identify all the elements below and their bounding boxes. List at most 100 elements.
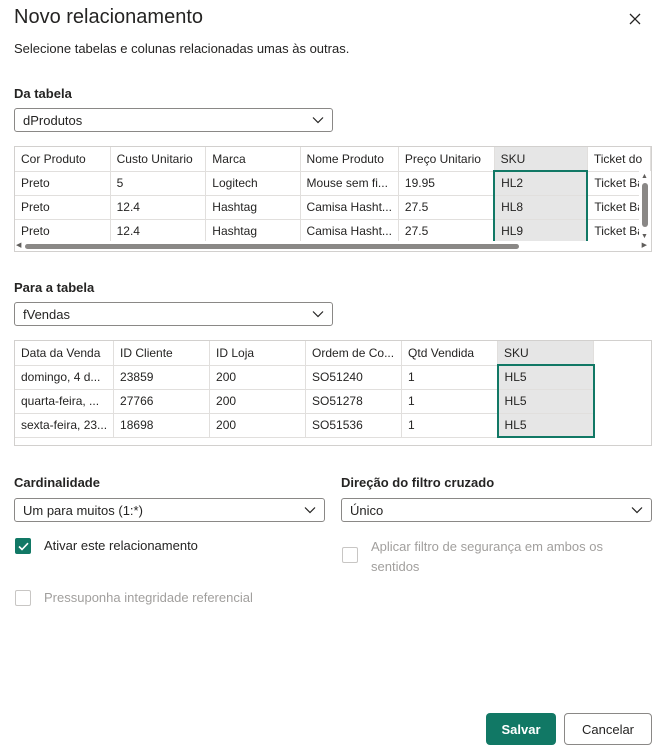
to-table-grid: Data da Venda ID Cliente ID Loja Ordem d…	[15, 341, 595, 438]
column-header[interactable]: Ticket do	[587, 147, 651, 172]
column-header-selected[interactable]: SKU	[494, 147, 588, 172]
table-cell: Camisa Hasht...	[300, 219, 399, 244]
table-cell: domingo, 4 d...	[15, 365, 115, 390]
to-table-value: fVendas	[23, 306, 70, 322]
table-cell: 19.95	[398, 171, 495, 196]
table-cell-selected[interactable]: HL2	[493, 170, 589, 196]
chevron-down-icon	[631, 506, 643, 514]
table-cell-selected[interactable]: HL9	[493, 219, 589, 244]
scroll-left-icon[interactable]: ◀	[16, 242, 21, 250]
cardinality-value: Um para muitos (1:*)	[23, 502, 143, 518]
column-header[interactable]: Ordem de Co...	[305, 341, 403, 366]
horizontal-scrollbar[interactable]: ◀ ▶	[15, 241, 651, 251]
table-cell: 5	[110, 171, 207, 196]
table-row: Preto 12.4 Hashtag Camisa Hasht... 27.5 …	[15, 219, 651, 244]
table-cell: 27.5	[398, 219, 495, 244]
table-row: Preto 5 Logitech Mouse sem fi... 19.95 H…	[15, 170, 651, 196]
cross-filter-label: Direção do filtro cruzado	[341, 475, 495, 490]
table-row: domingo, 4 d... 23859 200 SO51240 1 HL5	[15, 364, 595, 390]
table-cell: SO51240	[305, 365, 403, 390]
close-icon	[629, 13, 641, 25]
column-header-selected[interactable]: SKU	[497, 341, 595, 366]
scroll-up-icon[interactable]: ▲	[641, 173, 648, 181]
to-table-label: Para a tabela	[14, 280, 95, 295]
table-cell: SO51536	[305, 413, 403, 438]
column-header[interactable]: ID Loja	[209, 341, 307, 366]
table-cell: 18698	[113, 413, 211, 438]
referential-integrity-option[interactable]: Pressuponha integridade referencial	[15, 589, 253, 607]
from-table-value: dProdutos	[23, 112, 83, 128]
from-table-preview[interactable]: Cor Produto Custo Unitario Marca Nome Pr…	[14, 146, 652, 252]
table-cell: 23859	[113, 365, 211, 390]
table-row: sexta-feira, 23... 18698 200 SO51536 1 H…	[15, 413, 595, 438]
to-table-preview[interactable]: Data da Venda ID Cliente ID Loja Ordem d…	[14, 340, 652, 446]
security-filter-checkbox[interactable]	[342, 547, 358, 563]
cross-filter-value: Único	[350, 502, 384, 518]
table-cell: 1	[401, 365, 499, 390]
referential-integrity-label: Pressuponha integridade referencial	[44, 590, 253, 605]
horizontal-scroll-thumb[interactable]	[25, 244, 519, 249]
table-cell: 12.4	[110, 195, 207, 220]
column-header[interactable]: ID Cliente	[113, 341, 211, 366]
table-cell: Logitech	[205, 171, 301, 196]
checkmark-icon	[17, 542, 29, 551]
dialog-title: Novo relacionamento	[14, 6, 203, 28]
activate-relationship-label: Ativar este relacionamento	[44, 538, 198, 553]
dialog-subtitle: Selecione tabelas e colunas relacionadas…	[14, 41, 350, 56]
table-cell-selected[interactable]: HL8	[493, 195, 589, 220]
table-cell: 1	[401, 413, 499, 438]
column-header[interactable]: Data da Venda	[15, 341, 115, 366]
column-header[interactable]: Cor Produto	[15, 147, 111, 172]
column-header[interactable]: Preço Unitario	[398, 147, 495, 172]
column-header[interactable]: Nome Produto	[300, 147, 399, 172]
table-cell: quarta-feira, ...	[15, 389, 115, 414]
column-header[interactable]: Custo Unitario	[110, 147, 207, 172]
save-button[interactable]: Salvar	[486, 713, 556, 745]
chevron-down-icon	[312, 310, 324, 318]
table-cell-selected[interactable]: HL5	[496, 389, 595, 414]
table-cell-selected[interactable]: HL5	[496, 413, 595, 438]
security-filter-label-line1: Aplicar filtro de segurança em ambos os	[371, 539, 603, 554]
table-cell: Hashtag	[205, 195, 301, 220]
table-cell: 200	[209, 389, 307, 414]
chevron-down-icon	[312, 116, 324, 124]
chevron-down-icon	[304, 506, 316, 514]
cross-filter-select[interactable]: Único	[341, 498, 652, 522]
table-cell: 12.4	[110, 219, 207, 244]
column-header[interactable]: Qtd Vendida	[401, 341, 499, 366]
table-cell: SO51278	[305, 389, 403, 414]
from-table-grid: Cor Produto Custo Unitario Marca Nome Pr…	[15, 147, 651, 244]
vertical-scroll-thumb[interactable]	[642, 183, 648, 227]
table-cell: 27766	[113, 389, 211, 414]
table-cell: 1	[401, 389, 499, 414]
activate-relationship-checkbox[interactable]	[15, 538, 31, 554]
table-cell: 27.5	[398, 195, 495, 220]
cardinality-select[interactable]: Um para muitos (1:*)	[14, 498, 325, 522]
security-filter-label-line2: sentidos	[371, 559, 420, 574]
header-row: Cor Produto Custo Unitario Marca Nome Pr…	[15, 147, 651, 172]
header-row: Data da Venda ID Cliente ID Loja Ordem d…	[15, 341, 595, 366]
close-button[interactable]	[624, 8, 646, 30]
table-cell: Camisa Hasht...	[300, 195, 399, 220]
cardinality-label: Cardinalidade	[14, 475, 100, 490]
scroll-down-icon[interactable]: ▼	[641, 233, 648, 241]
cancel-button[interactable]: Cancelar	[564, 713, 652, 745]
table-cell: 200	[209, 413, 307, 438]
table-cell: Preto	[15, 171, 111, 196]
table-cell: sexta-feira, 23...	[15, 413, 115, 438]
table-cell-selected[interactable]: HL5	[496, 364, 595, 390]
security-filter-option[interactable]: Aplicar filtro de segurança em ambos os …	[342, 537, 642, 577]
scroll-right-icon[interactable]: ▶	[642, 242, 647, 250]
vertical-scrollbar[interactable]: ▲ ▼	[639, 171, 651, 251]
table-row: quarta-feira, ... 27766 200 SO51278 1 HL…	[15, 389, 595, 414]
table-row: Preto 12.4 Hashtag Camisa Hasht... 27.5 …	[15, 195, 651, 220]
referential-integrity-checkbox[interactable]	[15, 590, 31, 606]
table-cell: Preto	[15, 219, 111, 244]
activate-relationship-option[interactable]: Ativar este relacionamento	[15, 537, 198, 555]
from-table-label: Da tabela	[14, 86, 72, 101]
table-cell: Hashtag	[205, 219, 301, 244]
table-cell: Preto	[15, 195, 111, 220]
column-header[interactable]: Marca	[205, 147, 301, 172]
from-table-select[interactable]: dProdutos	[14, 108, 333, 132]
to-table-select[interactable]: fVendas	[14, 302, 333, 326]
